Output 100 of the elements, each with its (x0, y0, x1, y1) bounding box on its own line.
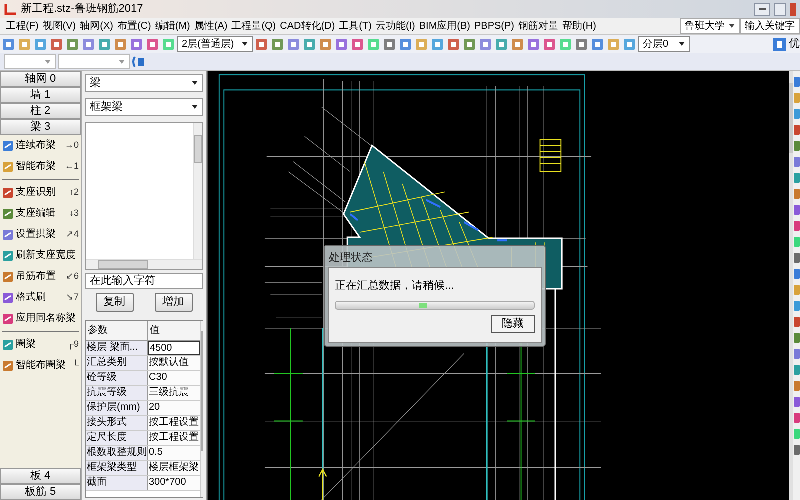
menu-item[interactable]: BIM应用(B) (417, 18, 472, 34)
subtype-dropdown[interactable]: 框架梁 (85, 98, 203, 116)
menu-item[interactable]: 工程量(Q) (230, 18, 278, 34)
tool-item[interactable]: 刷新支座宽度 (0, 245, 81, 266)
horizontal-scrollbar[interactable] (86, 259, 202, 269)
shortcut-key: ↑2 (69, 186, 79, 200)
tool-item[interactable]: 智能布梁 ←1 (0, 156, 81, 177)
tool-icon (2, 292, 14, 304)
dialog-message: 正在汇总数据，请稍候... (335, 279, 456, 294)
tool-icon (2, 360, 14, 372)
site-dropdown[interactable]: 鲁班大学 (680, 18, 740, 34)
type-dropdown[interactable]: 梁 (85, 74, 203, 92)
menu-item[interactable]: 工具(T) (337, 18, 374, 34)
property-name: 抗震等级 (86, 386, 148, 400)
menu-item[interactable]: 轴网(X) (78, 18, 116, 34)
vertical-scrollbar[interactable] (789, 71, 793, 500)
caret-icon (45, 60, 51, 64)
window-title: 新工程.stz-鲁班钢筋2017 (21, 2, 144, 17)
tool-item[interactable]: 应用同名称梁 (0, 308, 81, 329)
menu-item[interactable]: 云功能(I) (374, 18, 418, 34)
shortcut-key: →0 (64, 138, 79, 152)
tool-item[interactable]: 支座识别 ↑2 (0, 182, 81, 203)
shortcut-key: ┌9 (68, 338, 79, 352)
search-field[interactable]: 输入关键字 (740, 18, 800, 34)
property-value[interactable]: 4500 (148, 341, 200, 355)
tool-item[interactable]: 智能布圈梁 └ (0, 355, 81, 376)
close-button[interactable] (790, 2, 796, 16)
tool-icon (2, 312, 14, 324)
panel-button[interactable]: 复制 (96, 293, 134, 312)
tool-icon (2, 160, 14, 172)
property-value[interactable]: 按默认值 (148, 356, 200, 370)
shortcut-key: ←1 (64, 160, 79, 174)
caret-icon (192, 81, 198, 85)
category-button[interactable]: 板 4 (0, 468, 81, 484)
menu-item[interactable]: 工程(F) (4, 18, 41, 34)
property-name: 楼层 梁面... (86, 341, 148, 355)
category-button[interactable]: 柱 2 (0, 103, 81, 119)
tool-icon (2, 140, 14, 152)
shortcut-key: ↙6 (66, 270, 79, 284)
category-button[interactable]: 板筋 5 (0, 484, 81, 500)
tool-icon (2, 250, 14, 262)
filter-input[interactable]: 在此输入字符 (85, 273, 203, 289)
caret-icon (119, 60, 125, 64)
menu-item[interactable]: CAD转化(D) (278, 18, 338, 34)
property-value[interactable]: 楼层框架梁 (148, 461, 200, 475)
tool-icon (2, 186, 14, 198)
shortcut-key: ↘7 (66, 290, 79, 304)
tool-item[interactable]: 支座编辑 ↓3 (0, 203, 81, 224)
property-value[interactable]: 按工程设置 (148, 416, 200, 430)
property-name: 框架梁类型 (86, 461, 148, 475)
property-name: 定尺长度 (86, 431, 148, 445)
menu-item[interactable]: PBPS(P) (472, 18, 517, 34)
tool-icon (2, 228, 14, 240)
maximize-button[interactable] (774, 2, 786, 16)
menu-item[interactable]: 属性(A) (192, 18, 230, 34)
tool-item[interactable]: 格式刷 ↘7 (0, 287, 81, 308)
layer-dropdown[interactable]: 分层0 (638, 36, 690, 52)
property-value[interactable]: C30 (148, 371, 200, 385)
menu-item[interactable]: 视图(V) (40, 18, 78, 34)
shortcut-key: ↗4 (66, 228, 79, 242)
toolbar-label: 优 (788, 36, 800, 52)
menu-item[interactable]: 钢筋对量 (516, 18, 561, 34)
property-value[interactable]: 0.5 (148, 446, 200, 460)
app-logo-icon (4, 2, 17, 16)
property-value[interactable]: 300*700 (148, 476, 200, 490)
floor-dropdown[interactable]: 2层(普通层) (177, 36, 253, 52)
property-value[interactable]: 按工程设置 (148, 431, 200, 445)
menu-item[interactable]: 编辑(M) (153, 18, 192, 34)
shortcut-key: ↓3 (69, 206, 79, 220)
property-value[interactable]: 20 (148, 401, 200, 415)
vertical-scrollbar[interactable] (193, 123, 202, 259)
tool-item[interactable]: 吊筋布置 ↙6 (0, 266, 81, 287)
caret-icon (192, 105, 198, 109)
minimize-button[interactable] (754, 2, 770, 16)
caret-icon (679, 42, 685, 46)
tool-item[interactable]: 设置拱梁 ↗4 (0, 224, 81, 245)
component-list[interactable] (85, 122, 203, 270)
property-name: 汇总类别 (86, 356, 148, 370)
category-button[interactable]: 轴网 0 (0, 71, 81, 87)
category-button[interactable]: 梁 3 (0, 119, 81, 135)
tool-item[interactable]: 圈梁 ┌9 (0, 334, 81, 355)
dialog-title: 处理状态 (328, 250, 374, 266)
tool-item[interactable]: 连续布梁 →0 (0, 135, 81, 156)
panel-button[interactable]: 增加 (154, 293, 192, 312)
tool-icon (2, 270, 14, 282)
menu-item[interactable]: 布置(C) (115, 18, 154, 34)
column-header: 参数 (86, 321, 148, 340)
caret-icon (729, 24, 735, 28)
category-button[interactable]: 墙 1 (0, 87, 81, 103)
property-name: 接头形式 (86, 416, 148, 430)
shortcut-key: └ (72, 358, 79, 372)
caret-icon (242, 42, 248, 46)
property-name: 保护层(mm) (86, 401, 148, 415)
hide-button[interactable]: 隐藏 (491, 314, 535, 332)
column-header: 值 (148, 321, 200, 340)
vertical-scrollbar[interactable] (200, 321, 203, 497)
tool-icon (2, 208, 14, 220)
menu-item[interactable]: 帮助(H) (560, 18, 598, 34)
property-value[interactable]: 三级抗震 (148, 386, 200, 400)
property-name: 砼等级 (86, 371, 148, 385)
